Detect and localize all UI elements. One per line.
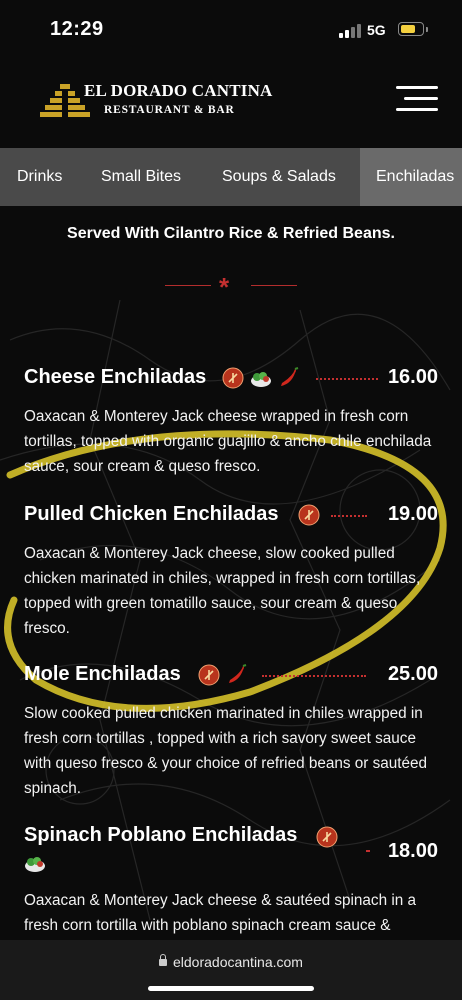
item-price: 18.00: [387, 840, 438, 862]
home-indicator[interactable]: [148, 986, 314, 991]
menu-item: Spinach Poblano Enchiladas 18.00 Oaxacan…: [24, 824, 438, 938]
lock-icon: [159, 954, 167, 966]
tab-small-bites[interactable]: Small Bites: [101, 148, 181, 206]
section-note: Served With Cilantro Rice & Refried Bean…: [67, 225, 395, 242]
status-time: 12:29: [50, 18, 104, 40]
cellular-signal-icon: [339, 24, 363, 38]
asterisk-icon: *: [219, 272, 230, 302]
vegetarian-icon: [25, 857, 45, 872]
tab-enchiladas[interactable]: Enchiladas: [360, 148, 462, 206]
status-bar: 12:29 5G: [0, 0, 462, 62]
section-divider: *: [165, 272, 297, 302]
tab-soups-salads[interactable]: Soups & Salads: [222, 148, 336, 206]
item-name: Spinach Poblano Enchiladas: [24, 824, 298, 846]
network-label: 5G: [367, 22, 386, 38]
site-header: EL DORADO CANTINA RESTAURANT & BAR: [0, 62, 462, 148]
battery-icon: [398, 22, 428, 36]
item-price: 25.00: [387, 663, 438, 685]
logo-subtitle: RESTAURANT & BAR: [104, 104, 235, 116]
item-name: Cheese Enchiladas: [24, 366, 207, 388]
vegetarian-icon: [251, 372, 271, 387]
item-price: 16.00: [387, 366, 438, 388]
item-description: Oaxacan & Monterey Jack cheese wrapped i…: [24, 408, 432, 475]
gluten-free-icon: [316, 826, 338, 848]
item-name: Mole Enchiladas: [24, 663, 181, 685]
menu-item: Pulled Chicken Enchiladas 19.00 Oaxacan …: [24, 503, 438, 641]
item-price: 19.00: [387, 503, 438, 525]
spicy-chile-icon: [229, 664, 247, 683]
hamburger-menu-icon[interactable]: [394, 84, 438, 114]
gluten-free-icon: [198, 664, 220, 686]
item-description: Slow cooked pulled chicken marinated in …: [24, 705, 428, 797]
gluten-free-icon: [298, 504, 320, 526]
item-description: Oaxacan & Monterey Jack cheese, slow coo…: [24, 545, 421, 637]
menu-item: Cheese Enchiladas 16.00 Oaxacan & Monter…: [24, 366, 438, 479]
pyramid-logo-icon[interactable]: [40, 82, 90, 118]
category-tabs: Drinks Small Bites Soups & Salads Enchil…: [0, 148, 462, 206]
tab-drinks[interactable]: Drinks: [17, 148, 62, 206]
spicy-chile-icon: [281, 367, 299, 386]
browser-url-bar[interactable]: eldoradocantina.com: [0, 940, 462, 1000]
item-description: Oaxacan & Monterey Jack cheese & sautéed…: [24, 892, 416, 934]
gluten-free-icon: [222, 367, 244, 389]
url-text: eldoradocantina.com: [173, 954, 303, 970]
logo-title: EL DORADO CANTINA: [84, 81, 273, 100]
item-name: Pulled Chicken Enchiladas: [24, 503, 279, 525]
menu-item: Mole Enchiladas 25.00 Slow cooked pulled…: [24, 663, 438, 801]
